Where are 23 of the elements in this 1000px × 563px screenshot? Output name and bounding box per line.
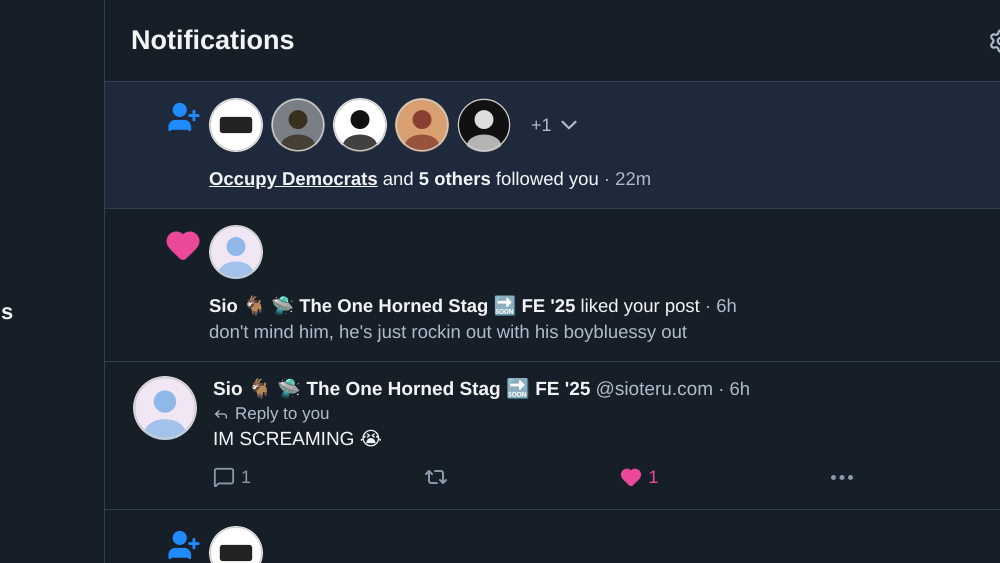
like-button[interactable]: 1 bbox=[620, 466, 658, 488]
user-plus-icon bbox=[167, 100, 201, 134]
speech-bubble-icon bbox=[213, 466, 235, 488]
notification-text: Occupy Democrats and 5 others followed you bbox=[209, 168, 599, 189]
timestamp: · 22m bbox=[604, 168, 652, 189]
reply-context: Reply to you bbox=[235, 403, 330, 425]
timestamp: · 6h bbox=[704, 295, 737, 316]
page-title: Notifications bbox=[131, 25, 295, 56]
profile-link[interactable]: Occupy Democrats bbox=[209, 168, 378, 189]
post-text: IM SCREAMING 😭 bbox=[213, 428, 383, 452]
heart-icon bbox=[620, 466, 642, 488]
reply-button[interactable]: 1 bbox=[213, 466, 252, 488]
timestamp: · 6h bbox=[718, 378, 750, 399]
more-icon bbox=[831, 474, 853, 480]
post-snippet: don't mind him, he's just rockin out with his boybluessy out bbox=[209, 320, 688, 344]
author-name[interactable]: Sio 🐐 🛸 The One Horned Stag 🔜 FE '25 bbox=[213, 379, 590, 400]
nav-label[interactable]: s bbox=[1, 298, 14, 324]
more-button[interactable] bbox=[831, 474, 853, 480]
user-plus-icon bbox=[167, 528, 201, 562]
expand-button[interactable]: +1 bbox=[519, 112, 582, 138]
author-handle: @sioteru.com bbox=[596, 379, 714, 400]
notification-card[interactable]: +1 Occupy Democrats and 5 others followed you · 22m bbox=[105, 82, 1000, 209]
notification-text: Sio 🐐 🛸 The One Horned Stag 🔜 FE '25 liked your post bbox=[209, 295, 700, 316]
